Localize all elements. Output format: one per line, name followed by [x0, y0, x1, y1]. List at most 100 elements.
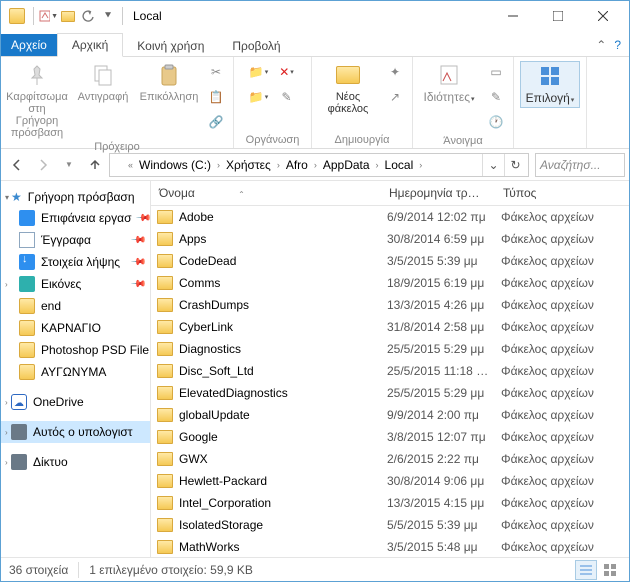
table-row[interactable]: Apps30/8/2014 6:59 μμΦάκελος αρχείων: [151, 228, 629, 250]
close-button[interactable]: [580, 2, 625, 31]
up-button[interactable]: [83, 153, 107, 177]
table-row[interactable]: GWX2/6/2015 2:22 πμΦάκελος αρχείων: [151, 448, 629, 470]
recent-button[interactable]: ▼: [57, 153, 81, 177]
edit-icon[interactable]: ✎: [485, 86, 507, 108]
column-date[interactable]: Ημερομηνία τροπ...: [381, 181, 495, 205]
sidebar-item-documents[interactable]: Έγγραφα📌: [1, 229, 150, 251]
table-row[interactable]: CrashDumps13/3/2015 4:26 μμΦάκελος αρχεί…: [151, 294, 629, 316]
tab-view[interactable]: Προβολή: [218, 35, 294, 57]
refresh-icon[interactable]: ↻: [504, 154, 526, 176]
select-button[interactable]: Επιλογή▾: [520, 61, 580, 108]
file-date: 6/9/2014 12:02 πμ: [381, 210, 495, 224]
forward-button[interactable]: [31, 153, 55, 177]
sidebar-item-avgo[interactable]: ΑΥΓΩΝΥΜΑ: [1, 361, 150, 383]
minimize-button[interactable]: [490, 2, 535, 31]
qat-newfolder-icon[interactable]: [58, 6, 78, 26]
qat-properties-icon[interactable]: ▼: [38, 6, 58, 26]
rename-icon[interactable]: ✎: [276, 86, 298, 108]
sidebar-item-onedrive[interactable]: ›☁OneDrive: [1, 391, 150, 413]
details-view-button[interactable]: [575, 560, 597, 580]
table-row[interactable]: ElevatedDiagnostics25/5/2015 5:29 μμΦάκε…: [151, 382, 629, 404]
easy-access-icon[interactable]: ↗: [384, 86, 406, 108]
table-row[interactable]: Comms18/9/2015 6:19 μμΦάκελος αρχείων: [151, 272, 629, 294]
breadcrumb[interactable]: AppData: [319, 158, 374, 172]
new-folder-button[interactable]: Νέος φάκελος: [318, 61, 378, 115]
file-type: Φάκελος αρχείων: [495, 430, 629, 444]
open-icon[interactable]: ▭: [485, 61, 507, 83]
sidebar-item-downloads[interactable]: ↓Στοιχεία λήψης📌: [1, 251, 150, 273]
delete-icon[interactable]: ✕▾: [276, 61, 298, 83]
file-name: Google: [179, 430, 218, 444]
move-to-icon[interactable]: 📁▾: [248, 61, 270, 83]
sidebar-item-karnagio[interactable]: ΚΑΡΝΑΓΙΟ: [1, 317, 150, 339]
new-item-icon[interactable]: ✦: [384, 61, 406, 83]
search-input[interactable]: Αναζήτησ...: [535, 153, 625, 177]
properties-icon: [435, 61, 463, 89]
tab-share[interactable]: Κοινή χρήση: [123, 35, 218, 57]
folder-icon: [334, 61, 362, 89]
chevron-left-icon[interactable]: «: [126, 160, 135, 170]
breadcrumb[interactable]: Χρήστες: [222, 158, 275, 172]
table-row[interactable]: CyberLink31/8/2014 2:58 μμΦάκελος αρχείω…: [151, 316, 629, 338]
copy-link-icon[interactable]: 📋: [205, 86, 227, 108]
table-row[interactable]: Adobe6/9/2014 12:02 πμΦάκελος αρχείων: [151, 206, 629, 228]
table-row[interactable]: Google3/8/2015 12:07 πμΦάκελος αρχείων: [151, 426, 629, 448]
file-type: Φάκελος αρχείων: [495, 254, 629, 268]
title-bar: ▼ ⯆ Local: [1, 1, 629, 31]
table-row[interactable]: Diagnostics25/5/2015 5:29 μμΦάκελος αρχε…: [151, 338, 629, 360]
file-name: CrashDumps: [179, 298, 249, 312]
file-rows[interactable]: Adobe6/9/2014 12:02 πμΦάκελος αρχείωνApp…: [151, 206, 629, 557]
collapse-ribbon-icon[interactable]: ⌃: [596, 38, 606, 52]
table-row[interactable]: globalUpdate9/9/2014 2:00 πμΦάκελος αρχε…: [151, 404, 629, 426]
folder-icon: [157, 452, 173, 466]
address-dropdown-icon[interactable]: ⌄: [482, 154, 504, 176]
breadcrumb[interactable]: Local: [381, 158, 418, 172]
paste-shortcut-icon[interactable]: 🔗: [205, 111, 227, 133]
help-icon[interactable]: ?: [614, 38, 621, 52]
tab-home[interactable]: Αρχική: [57, 33, 123, 57]
column-type[interactable]: Τύπος: [495, 181, 629, 205]
column-name[interactable]: Όνομα ⌃: [151, 181, 381, 205]
file-date: 31/8/2014 2:58 μμ: [381, 320, 495, 334]
breadcrumb[interactable]: Windows (C:): [135, 158, 215, 172]
properties-button[interactable]: Ιδιότητες▾: [419, 61, 479, 106]
qat-customize-icon[interactable]: ⯆: [98, 6, 118, 26]
pin-button[interactable]: Καρφίτσωμα στη Γρήγορη πρόσβαση: [7, 61, 67, 139]
folder-icon: [157, 540, 173, 554]
table-row[interactable]: Disc_Soft_Ltd25/5/2015 11:18 μμΦάκελος α…: [151, 360, 629, 382]
copy-path-icon[interactable]: ✂: [205, 61, 227, 83]
copy-button[interactable]: Αντιγραφή: [73, 61, 133, 103]
table-row[interactable]: Hewlett-Packard30/8/2014 9:06 μμΦάκελος …: [151, 470, 629, 492]
file-name: CodeDead: [179, 254, 236, 268]
sidebar-item-network[interactable]: ›Δίκτυο: [1, 451, 150, 473]
table-row[interactable]: MathWorks3/5/2015 5:48 μμΦάκελος αρχείων: [151, 536, 629, 557]
table-row[interactable]: IsolatedStorage5/5/2015 5:39 μμΦάκελος α…: [151, 514, 629, 536]
file-name: GWX: [179, 452, 208, 466]
file-date: 3/5/2015 5:39 μμ: [381, 254, 495, 268]
sidebar-item-this-pc[interactable]: ›Αυτός ο υπολογιστ: [1, 421, 150, 443]
file-date: 13/3/2015 4:15 μμ: [381, 496, 495, 510]
sidebar-item-psd[interactable]: Photoshop PSD File: [1, 339, 150, 361]
table-row[interactable]: Intel_Corporation13/3/2015 4:15 μμΦάκελο…: [151, 492, 629, 514]
copy-to-icon[interactable]: 📁▾: [248, 86, 270, 108]
maximize-button[interactable]: [535, 2, 580, 31]
paste-button[interactable]: Επικόλληση: [139, 61, 199, 103]
qat-undo-icon[interactable]: [78, 6, 98, 26]
tab-file[interactable]: Αρχείο: [1, 34, 57, 56]
sidebar-item-pictures[interactable]: ›Εικόνες📌: [1, 273, 150, 295]
sidebar-item-quick-access[interactable]: ▾★Γρήγορη πρόσβαση: [1, 187, 150, 207]
file-name: Hewlett-Packard: [179, 474, 267, 488]
folder-icon: [157, 232, 173, 246]
table-row[interactable]: CodeDead 3/5/2015 5:39 μμΦάκελος αρχείων: [151, 250, 629, 272]
file-date: 25/5/2015 5:29 μμ: [381, 342, 495, 356]
address-bar[interactable]: « Windows (C:)› Χρήστες› Afro› AppData› …: [109, 153, 529, 177]
sidebar-item-end[interactable]: end: [1, 295, 150, 317]
file-date: 5/5/2015 5:39 μμ: [381, 518, 495, 532]
history-icon[interactable]: 🕐: [485, 111, 507, 133]
icons-view-button[interactable]: [599, 560, 621, 580]
navigation-pane[interactable]: ▾★Γρήγορη πρόσβαση Επιφάνεια εργασ📌 Έγγρ…: [1, 181, 151, 557]
breadcrumb[interactable]: Afro: [282, 158, 312, 172]
back-button[interactable]: [5, 153, 29, 177]
folder-icon: [157, 474, 173, 488]
sidebar-item-desktop[interactable]: Επιφάνεια εργασ📌: [1, 207, 150, 229]
